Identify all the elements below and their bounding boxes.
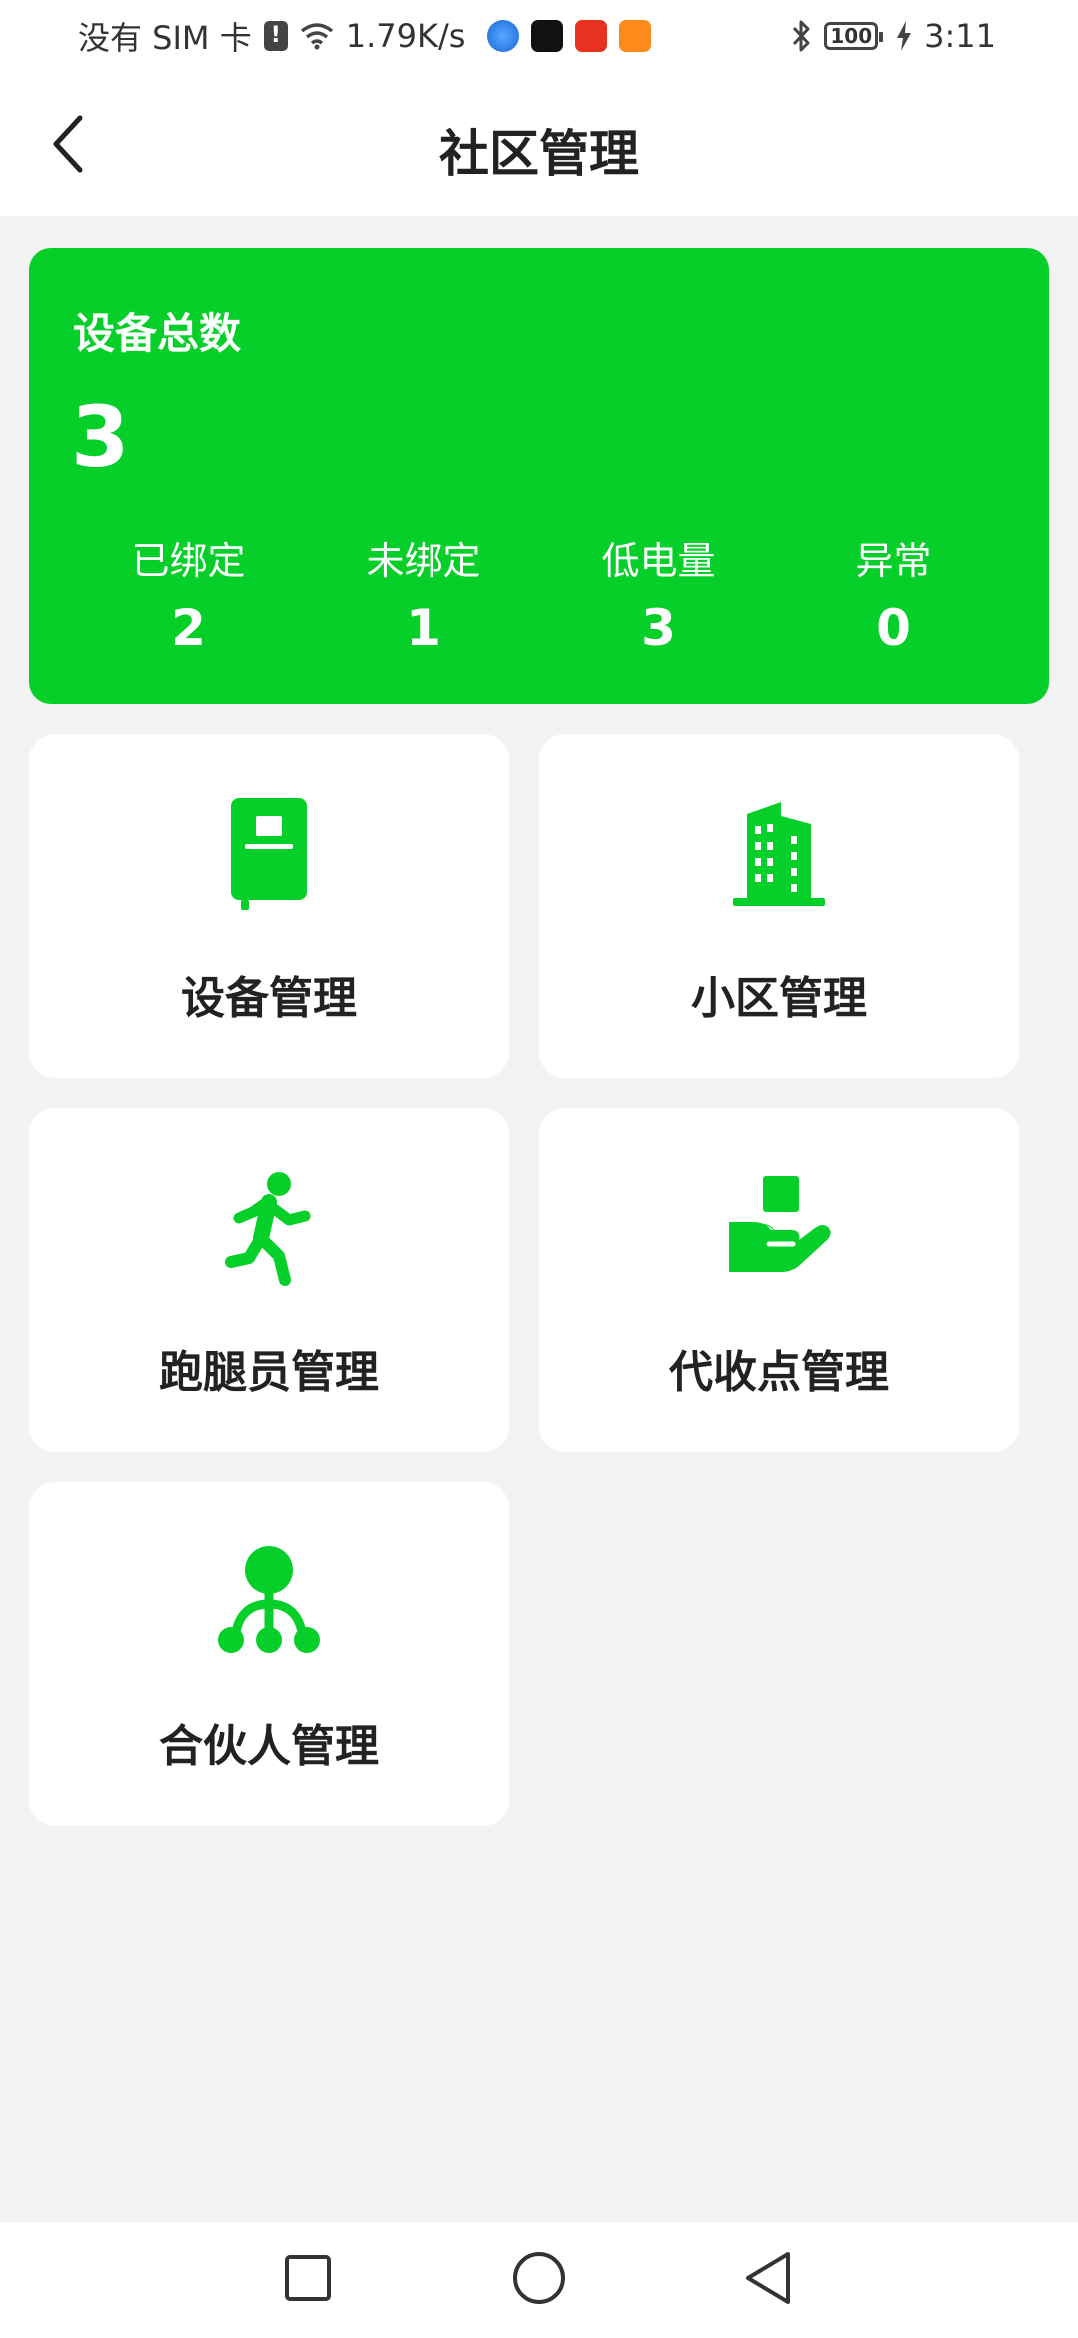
menu-card-device[interactable]: 设备管理: [29, 734, 509, 1078]
back-nav-button[interactable]: [736, 2246, 800, 2310]
menu-card-runner[interactable]: 跑腿员管理: [29, 1108, 509, 1452]
menu-card-pickup-point[interactable]: 代收点管理: [539, 1108, 1019, 1452]
stat-value: 1: [406, 599, 441, 657]
stat-low-battery[interactable]: 低电量 3: [541, 530, 776, 657]
card-label: 跑腿员管理: [159, 1347, 379, 1398]
card-label: 小区管理: [691, 973, 867, 1024]
card-label: 设备管理: [181, 973, 357, 1024]
summary-stats: 已绑定 2 未绑定 1 低电量 3 异常 0: [29, 530, 1049, 657]
network-icon: [218, 1546, 320, 1653]
recent-apps-button[interactable]: [276, 2246, 340, 2310]
stat-label: 低电量: [601, 539, 716, 583]
home-button[interactable]: [507, 2246, 571, 2310]
summary-title: 设备总数: [73, 309, 242, 358]
stat-unbound[interactable]: 未绑定 1: [306, 530, 541, 657]
menu-card-community[interactable]: 小区管理: [539, 734, 1019, 1078]
building-icon: [733, 802, 825, 906]
stat-label: 异常: [855, 539, 932, 583]
clock: 3:11: [924, 17, 996, 55]
charging-icon: [897, 21, 912, 51]
battery-icon: 100: [824, 22, 883, 50]
page-title: 社区管理: [439, 125, 639, 183]
carrier-text: 没有 SIM 卡: [78, 19, 252, 57]
stat-label: 未绑定: [366, 539, 481, 583]
tiktok-app-icon: [531, 20, 564, 52]
status-right: 100 3:11: [790, 17, 996, 55]
summary-total: 3: [71, 388, 130, 486]
system-navigation-bar: [0, 2222, 1078, 2338]
stat-bound[interactable]: 已绑定 2: [71, 530, 306, 657]
menu-card-partner[interactable]: 合伙人管理: [29, 1482, 509, 1826]
square-icon: [285, 2255, 331, 2301]
wifi-icon: [300, 23, 333, 50]
runner-icon: [225, 1172, 311, 1286]
circle-icon: [513, 2252, 565, 2304]
network-speed: 1.79K/s: [345, 17, 466, 55]
card-label: 代收点管理: [669, 1347, 889, 1398]
triangle-back-icon: [746, 2252, 790, 2304]
card-label: 合伙人管理: [159, 1721, 379, 1772]
stat-value: 3: [641, 599, 676, 657]
status-left: 没有 SIM 卡 ! 1.79K/s: [78, 13, 652, 59]
stat-value: 2: [171, 599, 206, 657]
app-header: 社区管理: [0, 72, 1078, 216]
bluetooth-icon: [793, 20, 810, 52]
device-summary-card: 设备总数 3 已绑定 2 未绑定 1 低电量 3 异常 0: [29, 248, 1049, 704]
video-app-icon: [619, 20, 652, 52]
hand-package-icon: [729, 1176, 831, 1272]
device-icon: [231, 798, 307, 910]
shop-app-icon: [575, 20, 608, 52]
browser-app-icon: [487, 20, 520, 52]
stat-label: 已绑定: [131, 539, 246, 583]
stat-abnormal[interactable]: 异常 0: [776, 530, 1011, 657]
stat-value: 0: [876, 599, 911, 657]
status-bar: 没有 SIM 卡 ! 1.79K/s 100 3:11: [0, 0, 1078, 72]
sim-alert-icon: !: [263, 21, 288, 51]
